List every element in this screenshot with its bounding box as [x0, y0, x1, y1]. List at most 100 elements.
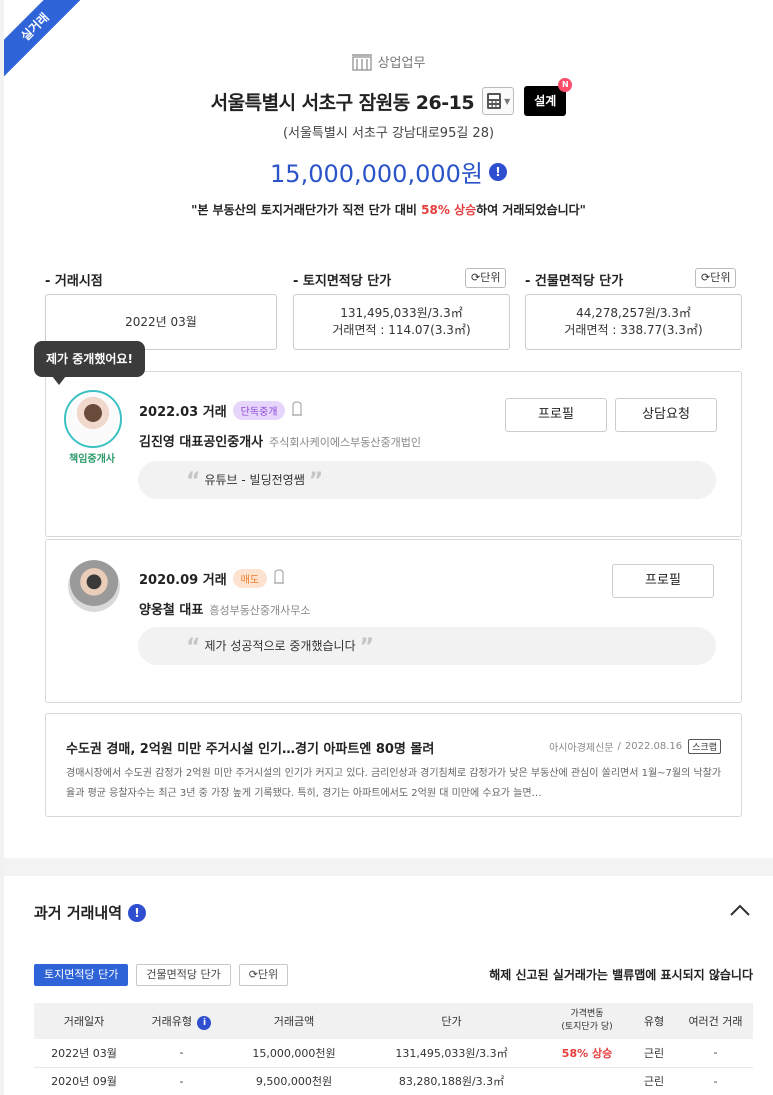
deal-type-badge: 매도 — [232, 569, 268, 588]
message-pre: "본 부동산의 토지거래단가가 직전 단가 대비 — [191, 203, 417, 217]
unit-toggle-button[interactable]: ⟳단위 — [238, 964, 289, 986]
news-body: 경매시장에서 수도권 감정가 2억원 미만 주거시설의 인기가 커지고 있다. … — [66, 768, 722, 799]
section-divider — [4, 858, 773, 876]
history-notice: 해제 신고된 실거래가는 밸류맵에 표시되지 않습니다 — [489, 968, 753, 982]
land-unit-toggle-button[interactable]: ⟳단위 — [465, 268, 507, 288]
cell-price-change — [544, 1067, 630, 1095]
building-icon — [351, 53, 372, 75]
cell-type: - — [134, 1039, 229, 1068]
table-header-row: 거래일자 거래유형 i 거래금액 단가 가격변동 (토지단가 당) 유형 여러건 … — [34, 1003, 753, 1039]
agent-deal-row: 2022.03 거래 단독중개 — [139, 401, 303, 420]
tab-building-unit[interactable]: 건물면적당 단가 — [136, 964, 231, 986]
col-price-change-sub: (토지단가 당) — [561, 1022, 613, 1032]
profile-button[interactable]: 프로필 — [505, 398, 607, 432]
agent-company: 흥성부동산중개사무소 — [209, 604, 311, 617]
news-date: 2022.08.16 — [624, 741, 683, 752]
refresh-icon: ⟳ — [248, 968, 258, 981]
land-unit-area: 거래면적 : 114.07(3.3㎡) — [332, 323, 471, 337]
cell-usage: 근린 — [630, 1067, 678, 1095]
news-source: 아시아경제신문 — [549, 743, 614, 754]
col-price-change-label: 가격변동 — [570, 1009, 604, 1019]
deal-date: 2022.03 거래 — [139, 405, 227, 420]
cell-amount: 9,500,000천원 — [229, 1067, 359, 1095]
road-address: (서울특별시 서초구 강남대로95길 28) — [282, 126, 495, 141]
responsible-agent-tag: 책임중개사 — [69, 454, 115, 465]
col-amount: 거래금액 — [229, 1003, 359, 1039]
scrap-button[interactable]: 스크랩 — [688, 739, 721, 754]
building-unit-box: 44,278,257원/3.3㎡ 거래면적 : 338.77(3.3㎡) — [525, 294, 742, 350]
table-row[interactable]: 2022년 03월 - 15,000,000천원 131,495,033원/3.… — [34, 1039, 753, 1068]
trade-date-value: 2022년 03월 — [125, 314, 197, 329]
deal-type-badge: 단독중개 — [232, 401, 286, 420]
close-quote-icon: ” — [308, 469, 324, 494]
design-button[interactable]: 설계 N — [524, 78, 573, 116]
history-table: 거래일자 거래유형 i 거래금액 단가 가격변동 (토지단가 당) 유형 여러건 … — [34, 1003, 753, 1095]
avatar[interactable] — [68, 560, 120, 612]
address-row: 서울특별시 서초구 잠원동 26-15 ▼ 설계 N — [4, 78, 773, 116]
chevron-down-icon: ▼ — [504, 96, 511, 106]
news-card[interactable]: 수도권 경매, 2억원 미만 주거시설 인기…경기 아파트엔 80명 몰려 아시… — [45, 713, 742, 817]
page: 실거래 상업업무 서울특별시 서초구 잠원동 26-15 ▼ 설계 N (서울특… — [4, 0, 773, 1095]
deal-date: 2020.09 거래 — [139, 573, 227, 588]
table-row[interactable]: 2020년 09월 - 9,500,000천원 83,280,188원/3.3㎡… — [34, 1067, 753, 1095]
cell-unit-price: 131,495,033원/3.3㎡ — [359, 1039, 544, 1068]
col-price-change: 가격변동 (토지단가 당) — [544, 1003, 630, 1039]
cell-multi: - — [678, 1039, 753, 1068]
agent-name: 김진영 대표공인중개사 — [139, 435, 264, 450]
col-type-label: 거래유형 — [151, 1014, 192, 1028]
design-label: 설계 — [534, 94, 557, 108]
agent-card: 책임중개사 2022.03 거래 단독중개 김진영 대표공인중개사 주식회사케이에… — [45, 371, 742, 537]
avatar[interactable] — [64, 390, 122, 448]
close-quote-icon: ” — [359, 635, 375, 660]
history-title-row: 과거 거래내역 ! — [34, 902, 147, 923]
land-unit-label: - 토지면적당 단가 — [293, 274, 392, 289]
news-meta: 아시아경제신문 / 2022.08.16 스크랩 — [549, 739, 721, 754]
open-quote-icon: “ — [186, 635, 201, 660]
info-icon[interactable]: ! — [128, 903, 147, 922]
news-title[interactable]: 수도권 경매, 2억원 미만 주거시설 인기…경기 아파트엔 80명 몰려 — [66, 738, 434, 757]
calculator-button[interactable]: ▼ — [482, 87, 515, 115]
refresh-icon: ⟳ — [471, 271, 481, 284]
message-highlight: 58% 상승 — [421, 203, 477, 217]
tab-land-unit[interactable]: 토지면적당 단가 — [34, 964, 129, 986]
agent-deal-row: 2020.09 거래 매도 — [139, 569, 285, 588]
message-post: 하여 거래되었습니다" — [476, 203, 586, 217]
calculator-icon — [487, 93, 502, 109]
cell-type: - — [134, 1067, 229, 1095]
trade-price: 15,000,000,000원 — [270, 160, 483, 188]
category-text: 상업업무 — [377, 56, 426, 71]
cell-usage: 근린 — [630, 1039, 678, 1068]
history-tabs: 토지면적당 단가 건물면적당 단가 ⟳단위 — [34, 964, 289, 986]
info-icon[interactable]: ! — [488, 162, 507, 181]
agent-name-row: 김진영 대표공인중개사 주식회사케이에스부동산중개법인 — [139, 431, 421, 450]
info-icon[interactable]: i — [197, 1015, 212, 1030]
col-usage: 유형 — [630, 1003, 678, 1039]
agent-name-row: 양웅철 대표 흥성부동산중개사무소 — [139, 599, 311, 618]
profile-button[interactable]: 프로필 — [612, 564, 714, 598]
chevron-up-icon — [730, 904, 750, 916]
consult-request-button[interactable]: 상담요청 — [615, 398, 717, 432]
refresh-icon: ⟳ — [701, 271, 711, 284]
land-unit-box: 131,495,033원/3.3㎡ 거래면적 : 114.07(3.3㎡) — [293, 294, 510, 350]
building-unit-toggle-button[interactable]: ⟳단위 — [695, 268, 737, 288]
address-title: 서울특별시 서초구 잠원동 26-15 — [210, 91, 475, 114]
agent-quote: “유튜브 - 빌딩전영쌤” — [138, 461, 716, 499]
document-icon — [273, 569, 285, 588]
cell-date: 2020년 09월 — [34, 1067, 134, 1095]
cell-unit-price: 83,280,188원/3.3㎡ — [359, 1067, 544, 1095]
col-multi: 여러건 거래 — [678, 1003, 753, 1039]
land-unit-price: 131,495,033원/3.3㎡ — [340, 306, 463, 320]
col-type: 거래유형 i — [134, 1003, 229, 1039]
agent-name: 양웅철 대표 — [139, 603, 204, 618]
cell-amount: 15,000,000천원 — [229, 1039, 359, 1068]
collapse-button[interactable] — [728, 898, 752, 922]
building-unit-price: 44,278,257원/3.3㎡ — [576, 306, 691, 320]
unit-label: 단위 — [710, 271, 731, 284]
agent-card: 2020.09 거래 매도 양웅철 대표 흥성부동산중개사무소 프로필 “제가 성… — [45, 539, 742, 703]
agent-quote: “제가 성공적으로 중개했습니다” — [138, 627, 716, 665]
agent-company: 주식회사케이에스부동산중개법인 — [269, 436, 421, 449]
quote-text: 제가 성공적으로 중개했습니다 — [204, 639, 356, 653]
col-date: 거래일자 — [34, 1003, 134, 1039]
price-change-message: "본 부동산의 토지거래단가가 직전 단가 대비 58% 상승하여 거래되었습니… — [4, 201, 773, 218]
trade-date-label: - 거래시점 — [45, 274, 103, 289]
